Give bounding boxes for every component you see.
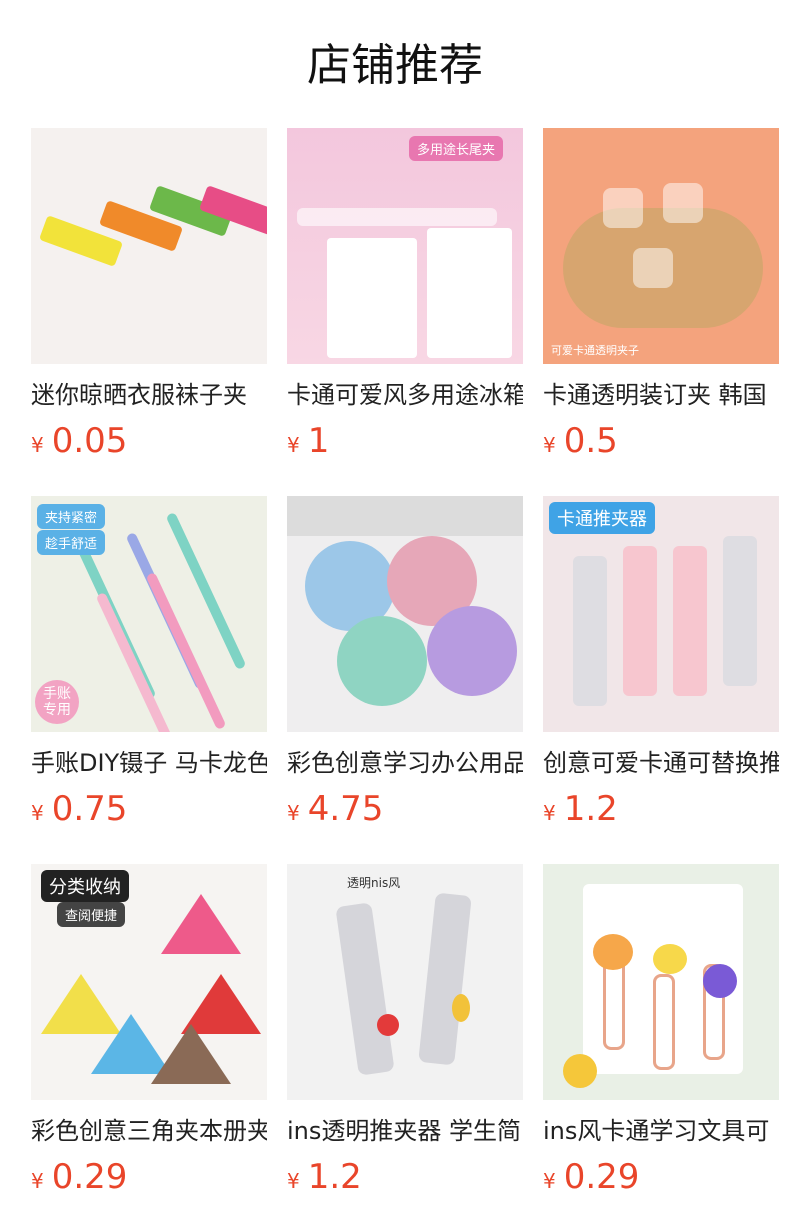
product-price: ¥ 0.05	[31, 424, 267, 458]
product-name[interactable]: 迷你晾晒衣服袜子夹	[31, 380, 267, 410]
product-card[interactable]: 分类收纳 查阅便捷 彩色创意三角夹本册夹 ¥ 0.29	[31, 864, 267, 1232]
image-caption: 查阅便捷	[57, 902, 126, 927]
product-card[interactable]: 可爱卡通透明夹子 卡通透明装订夹 韩国 ¥ 0.5	[543, 128, 779, 496]
product-price: ¥ 4.75	[287, 792, 523, 826]
product-card[interactable]: 夹持紧密 趁手舒适 手账专用 手账DIY镊子 马卡龙色 ¥ 0.75	[31, 496, 267, 864]
price-value: 1	[307, 421, 330, 461]
image-caption: 夹持紧密	[37, 504, 106, 529]
price-value: 4.75	[307, 789, 384, 829]
currency-symbol: ¥	[543, 433, 556, 457]
product-image[interactable]	[543, 864, 779, 1100]
price-value: 0.75	[51, 789, 128, 829]
currency-symbol: ¥	[543, 1169, 556, 1193]
currency-symbol: ¥	[287, 433, 300, 457]
product-name[interactable]: 彩色创意学习办公用品	[287, 748, 523, 778]
image-caption: 多用途长尾夹	[408, 136, 503, 161]
product-price: ¥ 0.75	[31, 792, 267, 826]
price-value: 1.2	[307, 1157, 362, 1197]
currency-symbol: ¥	[287, 1169, 300, 1193]
product-name[interactable]: 彩色创意三角夹本册夹	[31, 1116, 267, 1146]
price-value: 0.05	[51, 421, 128, 461]
image-caption: 分类收纳	[41, 870, 129, 902]
product-image[interactable]: 多用途长尾夹	[287, 128, 523, 364]
product-price: ¥ 1	[287, 424, 523, 458]
product-price: ¥ 1.2	[543, 792, 779, 826]
product-price: ¥ 0.5	[543, 424, 779, 458]
product-image[interactable]: 分类收纳 查阅便捷	[31, 864, 267, 1100]
product-image[interactable]: 夹持紧密 趁手舒适 手账专用	[31, 496, 267, 732]
product-name[interactable]: ins风卡通学习文具可	[543, 1116, 779, 1146]
product-card[interactable]: 多用途长尾夹 卡通可爱风多用途冰箱 ¥ 1	[287, 128, 523, 496]
price-value: 1.2	[563, 789, 618, 829]
currency-symbol: ¥	[31, 801, 44, 825]
image-caption: 卡通推夹器	[549, 502, 655, 534]
product-name[interactable]: 手账DIY镊子 马卡龙色	[31, 748, 267, 778]
product-name[interactable]: 卡通透明装订夹 韩国	[543, 380, 779, 410]
price-value: 0.5	[563, 421, 618, 461]
image-caption: 手账专用	[35, 680, 79, 724]
product-image[interactable]	[31, 128, 267, 364]
product-grid: 迷你晾晒衣服袜子夹 ¥ 0.05 多用途长尾夹 卡通可爱风多用途冰箱 ¥ 1 可…	[31, 128, 779, 1232]
product-name[interactable]: 卡通可爱风多用途冰箱	[287, 380, 523, 410]
product-image[interactable]	[287, 496, 523, 732]
currency-symbol: ¥	[543, 801, 556, 825]
product-name[interactable]: 创意可爱卡通可替换推	[543, 748, 779, 778]
currency-symbol: ¥	[31, 433, 44, 457]
image-caption: 可爱卡通透明夹子	[551, 344, 639, 357]
product-name[interactable]: ins透明推夹器 学生简	[287, 1116, 523, 1146]
product-image[interactable]: 透明nis风	[287, 864, 523, 1100]
page-title: 店铺推荐	[307, 40, 483, 91]
product-card[interactable]: 透明nis风 ins透明推夹器 学生简 ¥ 1.2	[287, 864, 523, 1232]
image-caption: 透明nis风	[347, 876, 401, 890]
product-price: ¥ 0.29	[543, 1160, 779, 1194]
price-value: 0.29	[563, 1157, 640, 1197]
image-caption: 趁手舒适	[37, 530, 106, 555]
price-value: 0.29	[51, 1157, 128, 1197]
product-card[interactable]: ins风卡通学习文具可 ¥ 0.29	[543, 864, 779, 1232]
currency-symbol: ¥	[31, 1169, 44, 1193]
product-price: ¥ 0.29	[31, 1160, 267, 1194]
product-card[interactable]: 卡通推夹器 创意可爱卡通可替换推 ¥ 1.2	[543, 496, 779, 864]
product-image[interactable]: 卡通推夹器	[543, 496, 779, 732]
product-card[interactable]: 迷你晾晒衣服袜子夹 ¥ 0.05	[31, 128, 267, 496]
product-image[interactable]: 可爱卡通透明夹子	[543, 128, 779, 364]
product-card[interactable]: 彩色创意学习办公用品 ¥ 4.75	[287, 496, 523, 864]
product-price: ¥ 1.2	[287, 1160, 523, 1194]
currency-symbol: ¥	[287, 801, 300, 825]
